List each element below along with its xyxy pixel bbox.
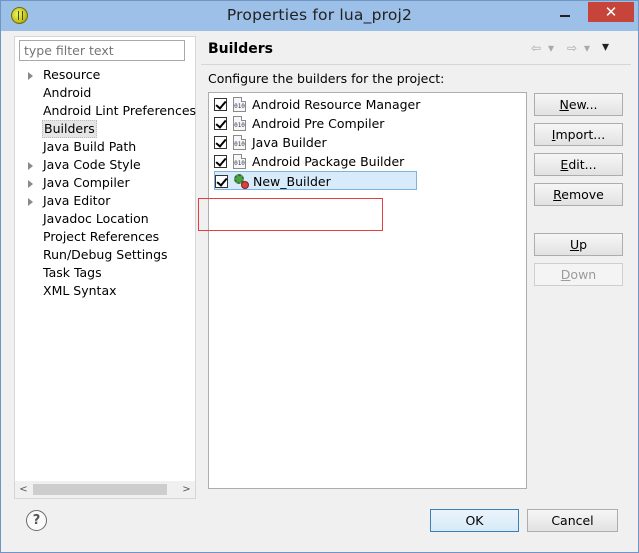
tree-item-android[interactable]: Android	[15, 84, 195, 102]
tree-item-java-editor[interactable]: Java Editor	[15, 192, 195, 210]
builder-checkbox[interactable]	[214, 155, 227, 168]
binary-file-icon: 010	[233, 116, 246, 131]
tree-item-run-debug-settings[interactable]: Run/Debug Settings	[15, 246, 195, 264]
tree-item-project-references[interactable]: Project References	[15, 228, 195, 246]
forward-arrow-icon[interactable]: ⇨	[567, 41, 577, 55]
binary-file-icon: 010	[233, 135, 246, 150]
tree-item-label: XML Syntax	[43, 283, 117, 298]
new-button[interactable]: New...	[534, 93, 623, 116]
horizontal-scrollbar[interactable]: < >	[15, 481, 195, 498]
stop-badge-icon	[241, 181, 249, 189]
back-menu-chevron-icon[interactable]: ▾	[548, 41, 554, 55]
tree-item-label: Resource	[43, 67, 101, 82]
expand-arrow-icon[interactable]	[28, 180, 33, 188]
builder-row[interactable]: New_Builder	[214, 171, 417, 190]
external-tool-builder-icon	[234, 174, 249, 189]
tree-item-java-compiler[interactable]: Java Compiler	[15, 174, 195, 192]
tree-item-xml-syntax[interactable]: XML Syntax	[15, 282, 195, 300]
tree-item-label: Android Lint Preferences	[43, 103, 197, 118]
tree-item-javadoc-location[interactable]: Javadoc Location	[15, 210, 195, 228]
tree-item-android-lint-preferences[interactable]: Android Lint Preferences	[15, 102, 197, 120]
tree-item-label: Run/Debug Settings	[43, 247, 168, 262]
up-button[interactable]: Up	[534, 233, 623, 256]
down-button[interactable]: Down	[534, 263, 623, 286]
page-title: Builders	[208, 41, 273, 57]
tree-item-label: Java Build Path	[43, 139, 137, 154]
page-navigation: ⇦ ▾ ⇨ ▾ ▾	[531, 39, 621, 57]
close-button[interactable]: ✕	[588, 2, 634, 22]
expand-arrow-icon[interactable]	[28, 162, 33, 170]
tree-item-task-tags[interactable]: Task Tags	[15, 264, 195, 282]
tree-item-label: Java Editor	[43, 193, 111, 208]
property-tree: Resource Android Android Lint Preferences B…	[15, 66, 197, 300]
annotation-box	[198, 198, 383, 231]
help-icon[interactable]: ?	[26, 510, 47, 531]
builder-checkbox[interactable]	[214, 136, 227, 149]
view-menu-icon[interactable]: ▾	[602, 39, 609, 55]
tree-item-label: Task Tags	[43, 265, 102, 280]
scroll-left-arrow-icon[interactable]: <	[15, 481, 32, 498]
cancel-button[interactable]: Cancel	[527, 509, 618, 532]
builder-checkbox[interactable]	[215, 175, 228, 188]
tree-item-builders[interactable]: Builders	[15, 120, 195, 138]
expand-arrow-icon[interactable]	[28, 72, 33, 80]
builder-name: New_Builder	[253, 174, 331, 189]
scroll-right-arrow-icon[interactable]: >	[178, 481, 195, 498]
builders-list: 010 Android Resource Manager 010 Android Pr…	[198, 92, 527, 489]
dialog-body: ResourceAndroidAndroid Lint PreferencesB…	[9, 31, 631, 546]
tree-item-resource[interactable]: Resource	[15, 66, 195, 84]
import-button[interactable]: Import...	[534, 123, 623, 146]
header-divider	[201, 64, 631, 65]
scrollbar-thumb[interactable]	[33, 484, 167, 495]
ok-button[interactable]: OK	[430, 509, 519, 532]
binary-file-icon: 010	[233, 154, 246, 169]
builders-page: Builders ⇦ ▾ ⇨ ▾ ▾ Configure the builder…	[198, 31, 631, 501]
configure-label: Configure the builders for the project:	[208, 71, 445, 86]
expand-arrow-icon[interactable]	[28, 198, 33, 206]
tree-item-java-code-style[interactable]: Java Code Style	[15, 156, 195, 174]
property-pages-pane: Resource Android Android Lint Preferences B…	[14, 36, 196, 499]
tree-item-label: Builders	[42, 120, 97, 138]
binary-file-icon: 010	[233, 97, 246, 112]
forward-menu-chevron-icon[interactable]: ▾	[584, 41, 590, 55]
builder-name: Android Resource Manager	[252, 97, 421, 112]
tree-item-java-build-path[interactable]: Java Build Path	[15, 138, 195, 156]
builder-name: Android Pre Compiler	[252, 116, 385, 131]
minimize-button[interactable]	[557, 5, 573, 23]
builder-checkbox[interactable]	[214, 98, 227, 111]
filter-input[interactable]	[19, 40, 185, 61]
back-arrow-icon[interactable]: ⇦	[531, 41, 541, 55]
tree-item-label: Java Code Style	[43, 157, 141, 172]
remove-button[interactable]: Remove	[534, 183, 623, 206]
tree-item-label: Javadoc Location	[43, 211, 149, 226]
builder-name: Java Builder	[252, 135, 327, 150]
builder-name: Android Package Builder	[252, 154, 405, 169]
properties-dialog: Properties for lua_proj2 ✕ Resource Andro…	[0, 0, 639, 553]
edit-button[interactable]: Edit...	[534, 153, 623, 176]
tree-item-label: Java Compiler	[43, 175, 130, 190]
builder-checkbox[interactable]	[214, 117, 227, 130]
window-title: Properties for lua_proj2	[226, 6, 413, 24]
tree-item-label: Android	[43, 85, 92, 100]
tree-item-label: Project References	[43, 229, 160, 244]
title-bar[interactable]: Properties for lua_proj2 ✕	[1, 1, 638, 31]
